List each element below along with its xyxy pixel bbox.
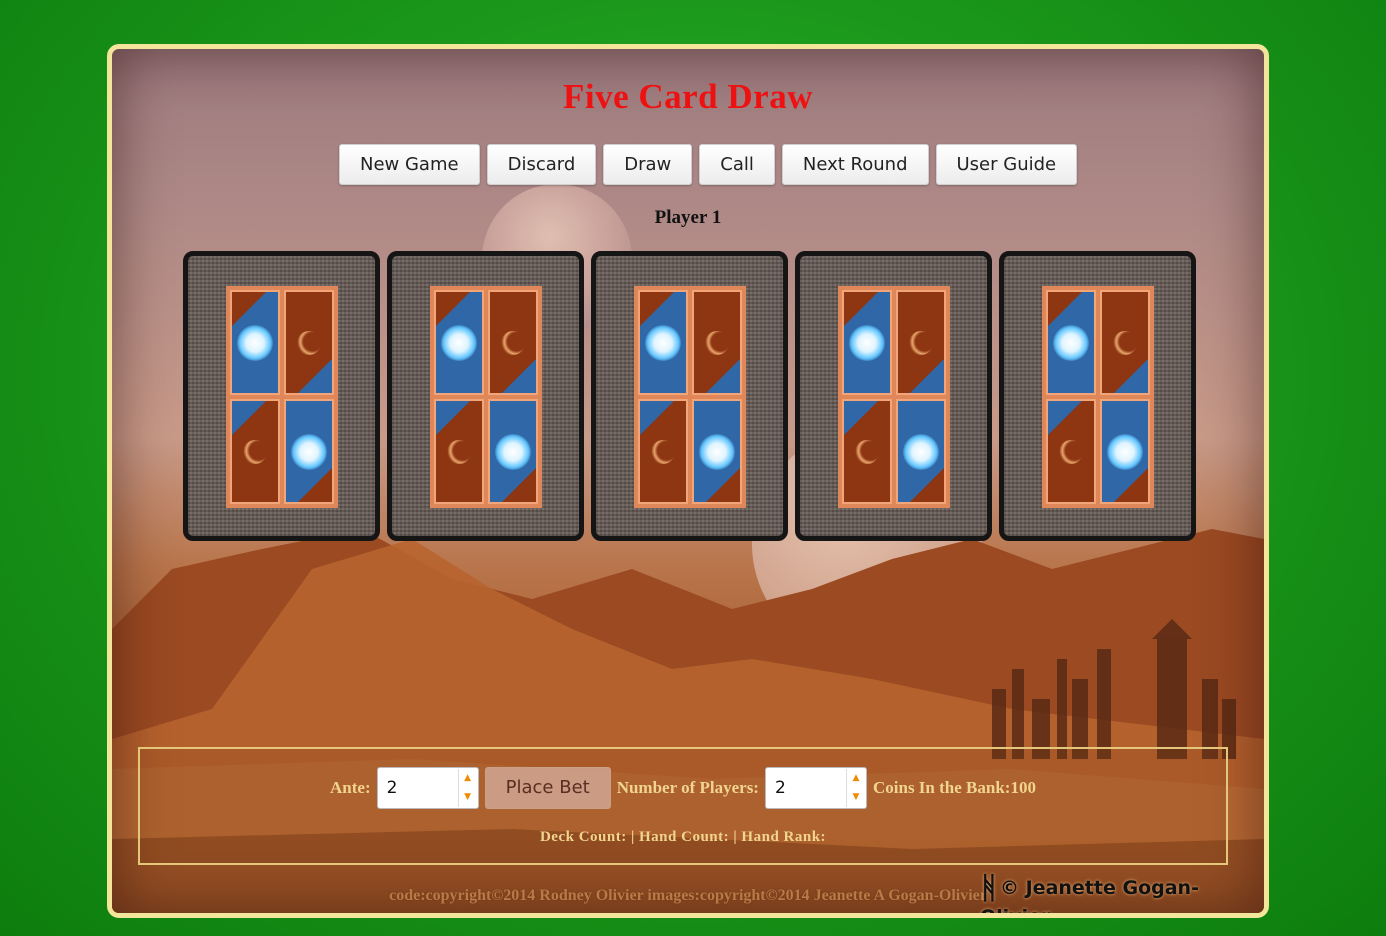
spin-up-icon[interactable]: ▲	[459, 769, 477, 788]
card-back-4[interactable]	[795, 251, 992, 541]
card-back-design	[634, 286, 746, 508]
player-hand	[183, 251, 1196, 541]
players-stepper[interactable]: 2 ▲ ▼	[764, 767, 867, 809]
discard-button[interactable]: Discard	[486, 144, 597, 185]
place-bet-button[interactable]: Place Bet	[484, 767, 611, 809]
hand-rank-text: | Hand Rank:	[733, 829, 827, 845]
hand-count-text: | Hand Count:	[630, 829, 730, 845]
card-back-design	[838, 286, 950, 508]
artist-signature-text: © Jeanette Gogan-Olivier	[980, 877, 1199, 918]
ante-value: 2	[386, 778, 398, 798]
spin-down-icon[interactable]: ▼	[847, 788, 865, 807]
ante-spinner[interactable]: ▲ ▼	[457, 769, 477, 807]
page-title: Five Card Draw	[562, 77, 813, 116]
players-label: Number of Players:	[616, 778, 759, 797]
players-spinner[interactable]: ▲ ▼	[845, 769, 865, 807]
next-round-button[interactable]: Next Round	[781, 144, 929, 185]
card-back-3[interactable]	[591, 251, 788, 541]
deck-count-text: Deck Count:	[539, 829, 627, 845]
betting-panel: Ante: 2 ▲ ▼ Place Bet Number of Players:…	[138, 747, 1228, 865]
hand-status: Deck Count: | Hand Count: | Hand Rank:	[140, 829, 1226, 846]
new-game-button[interactable]: New Game	[339, 144, 480, 185]
card-back-design	[430, 286, 542, 508]
card-back-design	[226, 286, 338, 508]
signature-mark-icon: ᚻ	[980, 871, 998, 906]
betting-row: Ante: 2 ▲ ▼ Place Bet Number of Players:…	[140, 767, 1226, 809]
card-back-design	[1042, 286, 1154, 508]
bank-text: Coins In the Bank:100	[872, 778, 1036, 797]
players-value: 2	[774, 778, 786, 798]
spin-down-icon[interactable]: ▼	[459, 788, 477, 807]
toolbar: New Game Discard Draw Call Next Round Us…	[339, 144, 1078, 185]
card-back-5[interactable]	[999, 251, 1196, 541]
game-frame: Five Card Draw New Game Discard Draw Cal…	[107, 44, 1269, 918]
call-button[interactable]: Call	[699, 144, 775, 185]
card-back-1[interactable]	[183, 251, 380, 541]
artist-signature: ᚻ © Jeanette Gogan-Olivier	[980, 871, 1264, 918]
ante-stepper[interactable]: 2 ▲ ▼	[376, 767, 479, 809]
user-guide-button[interactable]: User Guide	[935, 144, 1078, 185]
draw-button[interactable]: Draw	[603, 144, 693, 185]
player-label: Player 1	[654, 207, 722, 228]
ante-label: Ante:	[330, 778, 371, 797]
card-back-2[interactable]	[387, 251, 584, 541]
spin-up-icon[interactable]: ▲	[847, 769, 865, 788]
